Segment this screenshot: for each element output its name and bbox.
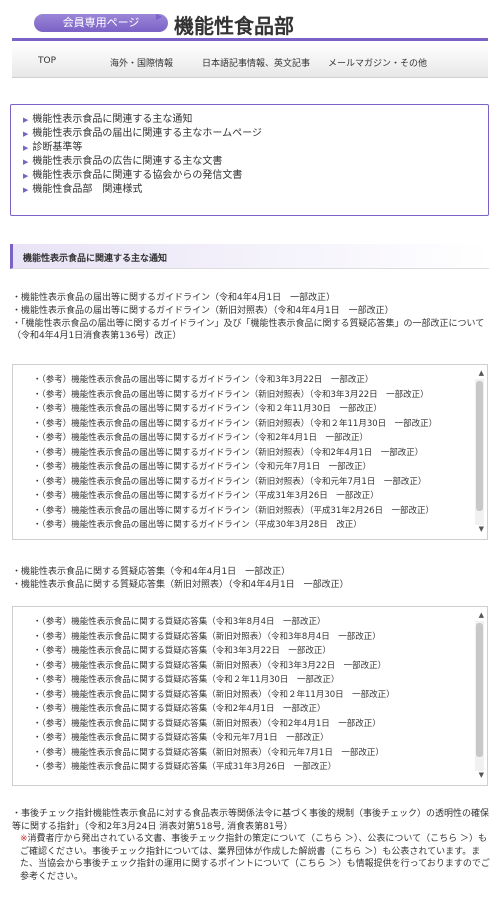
caret-right-icon: ▶ [23, 144, 29, 152]
list-item[interactable]: ・（参考）機能性表示食品の届出等に関するガイドライン（新旧対照表）（平成31年2… [33, 504, 487, 519]
qa-link[interactable]: ・機能性表示食品に関する質疑応答集（新旧対照表）（令和4年4月1日 一部改正） [12, 579, 490, 591]
list-item[interactable]: ・（参考）機能性表示食品の届出等に関するガイドライン（平成31年3月26日 一部… [33, 489, 487, 504]
post-check-guideline-link[interactable]: ・事後チェック指針機能性表示食品に対する食品表示等関係法令に基づく事後的規制（事… [12, 808, 490, 833]
post-check-guideline-note: ・事後チェック指針機能性表示食品に対する食品表示等関係法令に基づく事後的規制（事… [12, 808, 490, 883]
scroll-down-icon[interactable]: ▼ [479, 771, 484, 779]
notice-text: ※消費者庁から発出されている文書、事後チェック指針の策定について（こちら ＞）、… [12, 833, 490, 883]
section-heading: 機能性表示食品に関連する主な通知 [10, 244, 489, 269]
link-item-forms[interactable]: ▶ 機能性食品部 関連様式 [23, 183, 488, 197]
list-item[interactable]: ・（参考）機能性表示食品の届出等に関するガイドライン（令和2年4月1日 一部改正… [33, 431, 487, 446]
nav-item-top[interactable]: TOP [38, 56, 56, 66]
member-only-badge: 会員専用ページ [34, 14, 168, 32]
list-item[interactable]: ・（参考）機能性表示食品に関する質疑応答集（令和3年8月4日 一部改正） [33, 615, 487, 630]
section-links-box: ▶ 機能性表示食品に関連する主な通知 ▶ 機能性表示食品の届出に関連する主なホームペ… [10, 104, 489, 216]
caret-right-icon: ▶ [23, 186, 29, 194]
page-title: 機能性食品部 [174, 14, 294, 38]
scrollbar-thumb[interactable] [476, 381, 483, 511]
list-item[interactable]: ・（参考）機能性表示食品の届出等に関するガイドライン（令和２年11月30日 一部… [33, 402, 487, 417]
guideline-links: ・機能性表示食品の届出等に関するガイドライン（令和4年4月1日 一部改正） ・機… [12, 292, 490, 343]
list-item[interactable]: ・（参考）機能性表示食品に関する質疑応答集（新旧対照表）（令和元年7月1日 一部… [33, 746, 487, 761]
scroll-down-icon[interactable]: ▼ [479, 525, 484, 533]
list-item[interactable]: ・（参考）機能性表示食品に関する質疑応答集（令和２年11月30日 一部改正） [33, 673, 487, 688]
list-item[interactable]: ・（参考）機能性表示食品に関する質疑応答集（平成31年3月26日 一部改正） [33, 760, 487, 775]
link-label: 機能性表示食品に関連する主な通知 [32, 114, 193, 125]
link-label: 機能性表示食品の届出に関連する主なホームページ [32, 128, 262, 139]
guideline-history-scrollbox[interactable]: ・（参考）機能性表示食品の届出等に関するガイドライン（令和3年3月22日 一部改… [12, 364, 488, 540]
list-item[interactable]: ・（参考）機能性表示食品に関する質疑応答集（令和3年3月22日 一部改正） [33, 644, 487, 659]
link-item-homepages[interactable]: ▶ 機能性表示食品の届出に関連する主なホームページ [23, 127, 488, 141]
list-item[interactable]: ・（参考）機能性表示食品に関する質疑応答集（令和元年7月1日 一部改正） [33, 731, 487, 746]
badge-arrow-icon: ▶ [156, 12, 163, 21]
list-item[interactable]: ・（参考）機能性表示食品の届出等に関するガイドライン（新旧対照表）（令和２年11… [33, 417, 487, 432]
list-item[interactable]: ・（参考）機能性表示食品の届出等に関するガイドライン（新旧対照表）（令和元年7月… [33, 475, 487, 490]
list-item[interactable]: ・（参考）機能性表示食品の届出等に関するガイドライン（令和元年7月1日 一部改正… [33, 460, 487, 475]
link-item-advertising[interactable]: ▶ 機能性表示食品の広告に関連する主な文書 [23, 155, 488, 169]
qa-links: ・機能性表示食品に関する質疑応答集（令和4年4月1日 一部改正） ・機能性表示食… [12, 566, 490, 592]
title-divider [12, 38, 488, 41]
list-item[interactable]: ・（参考）機能性表示食品の届出等に関するガイドライン（新旧対照表）（令和3年3月… [33, 388, 487, 403]
list-item[interactable]: ・（参考）機能性表示食品に関する質疑応答集（新旧対照表）（令和3年8月4日 一部… [33, 630, 487, 645]
notice-body: 消費者庁から発出されている文書、事後チェック指針の策定について（こちら ＞）、公… [20, 834, 490, 882]
qa-history-scrollbox[interactable]: ・（参考）機能性表示食品に関する質疑応答集（令和3年8月4日 一部改正） ・（参… [12, 606, 488, 786]
nav-item-articles[interactable]: 日本語記事情報、英文記事 [202, 56, 310, 69]
scroll-up-icon[interactable]: ▲ [479, 611, 484, 619]
link-label: 機能性表示食品の広告に関連する主な文書 [32, 156, 223, 167]
nav-item-mail-magazine[interactable]: メールマガジン・その他 [328, 56, 427, 69]
link-item-notices[interactable]: ▶ 機能性表示食品に関連する主な通知 [23, 113, 488, 127]
caret-right-icon: ▶ [23, 158, 29, 166]
list-item[interactable]: ・（参考）機能性表示食品に関する質疑応答集（新旧対照表）（令和3年3月22日 一… [33, 659, 487, 674]
scrollbar-track[interactable] [475, 621, 484, 771]
link-label: 診断基準等 [32, 142, 83, 153]
main-nav: TOP 海外・国際情報 日本語記事情報、英文記事 メールマガジン・その他 [12, 44, 488, 78]
list-item[interactable]: ・（参考）機能性表示食品に関する質疑応答集（令和2年4月1日 一部改正） [33, 702, 487, 717]
scroll-up-icon[interactable]: ▲ [479, 369, 484, 377]
link-label: 機能性食品部 関連様式 [32, 184, 143, 195]
note-mark: ※ [20, 834, 28, 844]
guideline-link[interactable]: ・「機能性表示食品の届出等に関するガイドライン」及び「機能性表示食品に関する質疑… [12, 318, 490, 342]
caret-right-icon: ▶ [23, 130, 29, 138]
list-item[interactable]: ・（参考）機能性表示食品に関する質疑応答集（新旧対照表）（令和2年4月1日 一部… [33, 717, 487, 732]
list-item[interactable]: ・（参考）機能性表示食品の届出等に関するガイドライン（新旧対照表）（令和2年4月… [33, 446, 487, 461]
scrollbar-thumb[interactable] [476, 623, 483, 757]
guideline-link[interactable]: ・機能性表示食品の届出等に関するガイドライン（新旧対照表）（令和4年4月1日 一… [12, 305, 490, 317]
link-label: 機能性表示食品に関連する協会からの発信文書 [32, 170, 243, 181]
link-item-association-docs[interactable]: ▶ 機能性表示食品に関連する協会からの発信文書 [23, 169, 488, 183]
nav-item-international[interactable]: 海外・国際情報 [110, 56, 173, 69]
list-item[interactable]: ・（参考）機能性表示食品の届出等に関するガイドライン（平成30年3月28日 改正… [33, 518, 487, 533]
qa-link[interactable]: ・機能性表示食品に関する質疑応答集（令和4年4月1日 一部改正） [12, 566, 490, 578]
list-item[interactable]: ・（参考）機能性表示食品に関する質疑応答集（新旧対照表）（令和２年11月30日 … [33, 688, 487, 703]
list-item[interactable]: ・（参考）機能性表示食品の届出等に関するガイドライン（令和3年3月22日 一部改… [33, 373, 487, 388]
caret-right-icon: ▶ [23, 116, 29, 124]
link-item-diagnostic-criteria[interactable]: ▶ 診断基準等 [23, 141, 488, 155]
caret-right-icon: ▶ [23, 172, 29, 180]
guideline-link[interactable]: ・機能性表示食品の届出等に関するガイドライン（令和4年4月1日 一部改正） [12, 292, 490, 304]
scrollbar-track[interactable] [475, 379, 484, 525]
